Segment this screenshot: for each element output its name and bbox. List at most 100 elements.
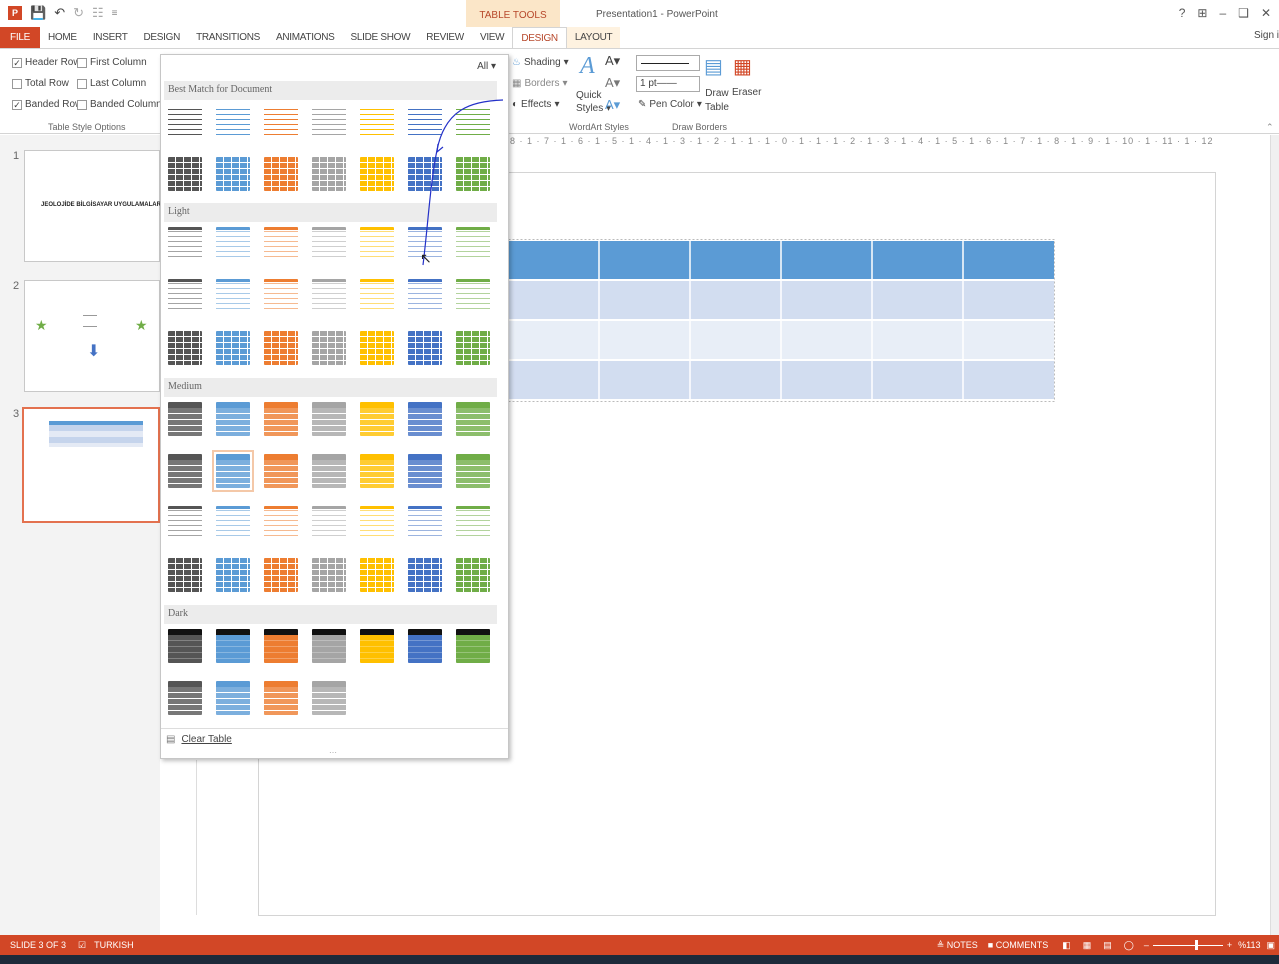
checkbox-icon[interactable] [77, 78, 87, 89]
table-style-swatch[interactable] [310, 556, 348, 594]
slide-thumbnail-3[interactable] [22, 407, 160, 523]
slide-thumbnail-2[interactable]: ★ ★ ⬇ [24, 280, 160, 392]
table-style-swatch[interactable] [358, 400, 396, 438]
table-style-swatch[interactable] [166, 155, 204, 193]
tab-design-9[interactable]: DESIGN [512, 27, 567, 48]
tab-file-0[interactable]: FILE [0, 27, 40, 48]
tab-transitions-4[interactable]: TRANSITIONS [188, 27, 268, 48]
tab-slide-show-6[interactable]: SLIDE SHOW [343, 27, 419, 48]
normal-view-icon[interactable]: ◧ [1062, 940, 1071, 951]
pen-weight-dropdown[interactable]: 1 pt—— [636, 76, 700, 92]
table-style-swatch[interactable] [406, 556, 444, 594]
table-style-swatch[interactable] [310, 504, 348, 542]
eraser-icon[interactable]: ▦ [733, 54, 752, 79]
text-effects-icon[interactable]: A▾ [605, 97, 620, 113]
text-fill-icon[interactable]: A▾ [605, 53, 620, 69]
customize-qat-icon[interactable]: ≡ [112, 8, 118, 19]
table-style-swatch[interactable] [310, 225, 348, 263]
fit-to-window-icon[interactable]: ▣ [1266, 940, 1275, 951]
last-column-option[interactable]: Last Column [77, 78, 146, 89]
reading-view-icon[interactable]: ▤ [1103, 940, 1112, 951]
slide-table[interactable] [508, 239, 1056, 402]
table-style-swatch[interactable] [454, 556, 492, 594]
table-style-swatch[interactable] [454, 329, 492, 367]
collapse-ribbon-icon[interactable]: ⌃ [1266, 122, 1274, 133]
table-style-swatch[interactable] [262, 329, 300, 367]
table-style-swatch[interactable] [166, 556, 204, 594]
table-style-swatch[interactable] [166, 679, 204, 717]
table-style-swatch[interactable] [262, 679, 300, 717]
gallery-filter-dropdown[interactable]: All ▾ [477, 61, 496, 72]
restore-icon[interactable]: ❑ [1238, 6, 1249, 20]
zoom-out-icon[interactable]: – [1144, 940, 1149, 950]
tab-animations-5[interactable]: ANIMATIONS [268, 27, 343, 48]
tab-home-1[interactable]: HOME [40, 27, 85, 48]
table-style-swatch[interactable] [262, 103, 300, 141]
table-style-swatch[interactable] [214, 504, 252, 542]
table-style-swatch[interactable] [454, 504, 492, 542]
sign-in-link[interactable]: Sign i [1254, 30, 1279, 41]
slide-sorter-icon[interactable]: ▦ [1083, 940, 1092, 951]
table-style-swatch[interactable] [406, 452, 444, 490]
redo-icon[interactable]: ↻ [73, 5, 84, 21]
table-style-swatch[interactable] [358, 627, 396, 665]
checkbox-icon[interactable] [77, 57, 87, 68]
table-style-swatch[interactable] [358, 155, 396, 193]
table-style-swatch[interactable] [214, 225, 252, 263]
draw-table-icon[interactable]: ▤ [704, 54, 723, 79]
table-style-swatch[interactable] [166, 627, 204, 665]
slide-thumbnail-1[interactable]: JEOLOJİDE BİLGİSAYAR UYGULAMALARI [24, 150, 163, 262]
table-style-swatch[interactable] [310, 103, 348, 141]
tab-insert-2[interactable]: INSERT [85, 27, 136, 48]
table-style-swatch[interactable] [214, 627, 252, 665]
tab-review-7[interactable]: REVIEW [418, 27, 472, 48]
checkbox-checked-icon[interactable]: ✓ [12, 57, 22, 68]
table-style-swatch[interactable] [214, 329, 252, 367]
tab-view-8[interactable]: VIEW [472, 27, 512, 48]
resize-grip-icon[interactable]: ⋯ [329, 748, 337, 757]
table-style-swatch[interactable] [262, 504, 300, 542]
zoom-slider[interactable] [1152, 939, 1223, 950]
table-style-swatch[interactable] [454, 400, 492, 438]
checkbox-checked-icon[interactable]: ✓ [12, 99, 22, 110]
table-style-swatch[interactable] [166, 400, 204, 438]
table-style-swatch[interactable] [406, 627, 444, 665]
table-style-swatch[interactable] [214, 679, 252, 717]
table-style-swatch[interactable] [166, 452, 204, 490]
table-style-swatch[interactable] [262, 556, 300, 594]
tab-design-3[interactable]: DESIGN [136, 27, 189, 48]
vertical-scrollbar[interactable] [1270, 135, 1279, 935]
table-style-swatch[interactable] [454, 627, 492, 665]
table-style-swatch[interactable] [262, 155, 300, 193]
undo-icon[interactable]: ↶ [54, 5, 65, 21]
header-row-option[interactable]: ✓ Header Row [12, 57, 81, 68]
tab-layout-10[interactable]: LAYOUT [566, 27, 621, 48]
table-style-swatch[interactable] [406, 277, 444, 315]
table-style-swatch[interactable] [310, 329, 348, 367]
table-style-swatch[interactable] [358, 225, 396, 263]
close-icon[interactable]: ✕ [1261, 6, 1271, 20]
table-style-swatch[interactable] [310, 400, 348, 438]
table-style-swatch[interactable] [262, 400, 300, 438]
table-style-swatch[interactable] [358, 504, 396, 542]
table-style-swatch[interactable] [310, 452, 348, 490]
minimize-icon[interactable]: – [1219, 6, 1226, 20]
shading-button[interactable]: ♨ Shading ▾ [512, 57, 569, 68]
text-outline-icon[interactable]: A▾ [605, 75, 620, 91]
table-style-swatch[interactable] [358, 452, 396, 490]
table-style-swatch[interactable] [358, 556, 396, 594]
table-style-swatch[interactable] [166, 225, 204, 263]
draw-table-button[interactable]: Draw Table [705, 87, 729, 115]
language-indicator[interactable]: TURKISH [94, 940, 134, 950]
quick-styles-icon[interactable]: A [580, 53, 595, 80]
table-style-swatch[interactable] [262, 452, 300, 490]
table-style-swatch[interactable] [358, 277, 396, 315]
table-style-swatch[interactable] [454, 452, 492, 490]
pen-style-dropdown[interactable] [636, 55, 700, 71]
table-style-swatch[interactable] [166, 277, 204, 315]
table-style-swatch[interactable] [406, 504, 444, 542]
help-icon[interactable]: ? [1179, 6, 1186, 20]
checkbox-icon[interactable] [77, 99, 87, 110]
table-style-swatch[interactable] [406, 329, 444, 367]
table-style-swatch[interactable] [406, 400, 444, 438]
